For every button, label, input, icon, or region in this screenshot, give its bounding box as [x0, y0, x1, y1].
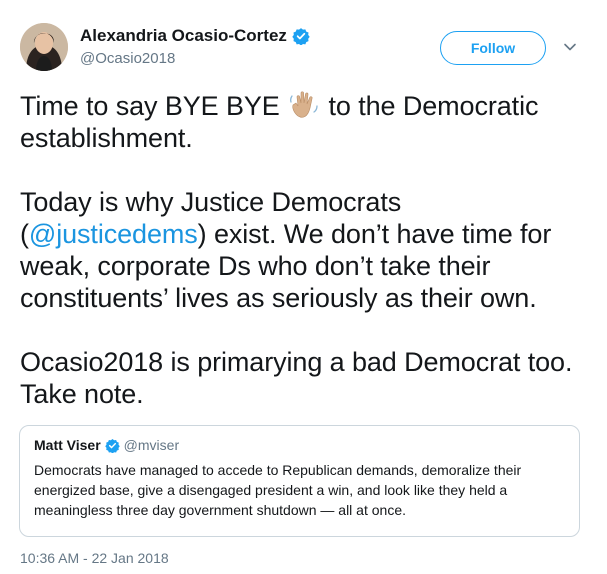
tweet-timestamp[interactable]: 10:36 AM - 22 Jan 2018: [20, 550, 169, 566]
quoted-tweet[interactable]: Matt Viser @mviser Democrats have manage…: [19, 425, 580, 537]
chevron-down-icon[interactable]: [563, 40, 577, 54]
quoted-tweet-text: Democrats have managed to accede to Repu…: [34, 462, 522, 518]
quoted-tweet-header: Matt Viser @mviser: [34, 437, 565, 453]
avatar[interactable]: [20, 23, 68, 71]
quoted-author-handle: @mviser: [123, 437, 180, 453]
verified-badge-icon: [104, 438, 120, 453]
tweet-paragraph: Today is why Justice Democrats (@justice…: [20, 186, 595, 314]
author-name[interactable]: Alexandria Ocasio-Cortez: [80, 26, 287, 46]
author-handle[interactable]: @Ocasio2018: [80, 50, 175, 67]
tweet-text-segment: Time to say BYE BYE: [20, 91, 288, 121]
mention-link[interactable]: @justicedems: [29, 219, 198, 249]
waving-hand-icon: [289, 90, 319, 120]
tweet-text: Time to say BYE BYE to the Democratic es…: [20, 90, 595, 410]
tweet-paragraph: Ocasio2018 is primarying a bad Democrat …: [20, 347, 573, 409]
author-name-row: Alexandria Ocasio-Cortez: [80, 26, 310, 46]
verified-badge-icon: [292, 27, 310, 46]
quoted-author-name: Matt Viser: [34, 437, 101, 453]
follow-button[interactable]: Follow: [440, 31, 546, 65]
tweet-paragraph: Time to say BYE BYE to the Democratic es…: [20, 90, 595, 154]
